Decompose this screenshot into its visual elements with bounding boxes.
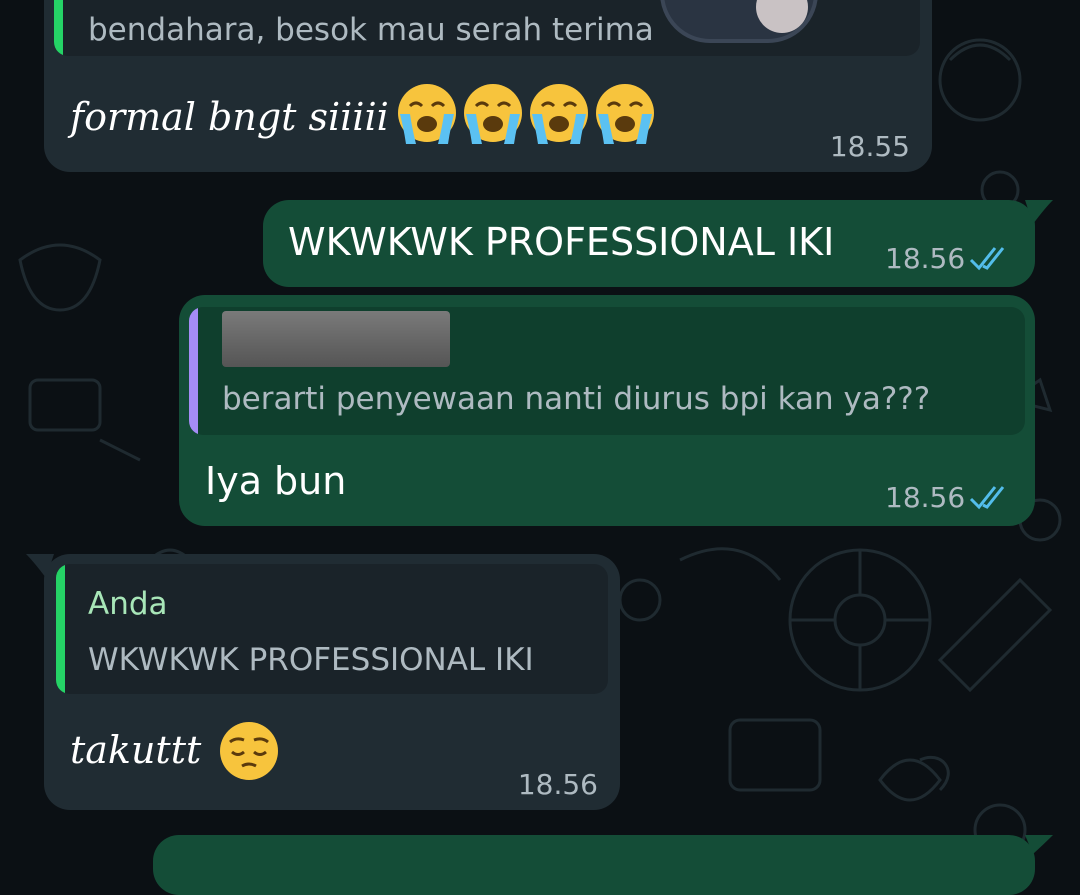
loudly-crying-face-icon <box>596 84 654 144</box>
quote-bar <box>189 307 198 435</box>
message-bubble-outgoing-partial[interactable] <box>153 835 1035 895</box>
double-check-read-icon <box>969 247 1005 271</box>
quote-text: berarti penyewaan nanti diurus bpi kan y… <box>222 381 931 417</box>
reply-quote[interactable]: bendahara, besok mau serah terima <box>54 0 920 56</box>
bubble-tail <box>1025 835 1053 854</box>
message-time: 18.56 <box>517 768 598 801</box>
double-check-read-icon <box>969 486 1005 510</box>
sticker-thumbnail <box>660 0 818 43</box>
message-text: Iya bun <box>205 459 347 503</box>
reply-quote[interactable]: Anda WKWKWK PROFESSIONAL IKI <box>56 564 608 694</box>
loudly-crying-face-icon <box>398 84 456 144</box>
quote-sender: Anda <box>88 586 168 622</box>
message-text: WKWKWK PROFESSIONAL IKI <box>288 220 835 264</box>
quote-bar <box>54 0 63 56</box>
emoji-group <box>394 80 658 150</box>
quote-text: WKWKWK PROFESSIONAL IKI <box>88 642 534 678</box>
reply-quote[interactable]: berarti penyewaan nanti diurus bpi kan y… <box>189 307 1025 435</box>
message-bubble-incoming[interactable]: Anda WKWKWK PROFESSIONAL IKI takuttt 18.… <box>44 554 620 810</box>
loudly-crying-face-icon <box>464 84 522 144</box>
message-bubble-outgoing[interactable]: WKWKWK PROFESSIONAL IKI 18.56 <box>263 200 1035 287</box>
bubble-tail <box>1025 200 1053 224</box>
message-time: 18.56 <box>885 481 966 514</box>
quote-bar <box>56 564 65 694</box>
message-time: 18.56 <box>885 242 966 275</box>
message-time: 18.55 <box>829 130 910 163</box>
redacted-sender <box>222 311 450 367</box>
message-bubble-incoming[interactable]: bendahara, besok mau serah terima formal… <box>44 0 932 172</box>
loudly-crying-face-icon <box>530 84 588 144</box>
message-text: formal bngt siiiii <box>70 95 389 139</box>
message-text: takuttt <box>70 728 202 772</box>
message-bubble-outgoing[interactable]: berarti penyewaan nanti diurus bpi kan y… <box>179 295 1035 526</box>
bubble-tail <box>26 554 54 578</box>
pensive-face-icon <box>220 722 278 780</box>
quote-text: bendahara, besok mau serah terima <box>88 12 654 48</box>
